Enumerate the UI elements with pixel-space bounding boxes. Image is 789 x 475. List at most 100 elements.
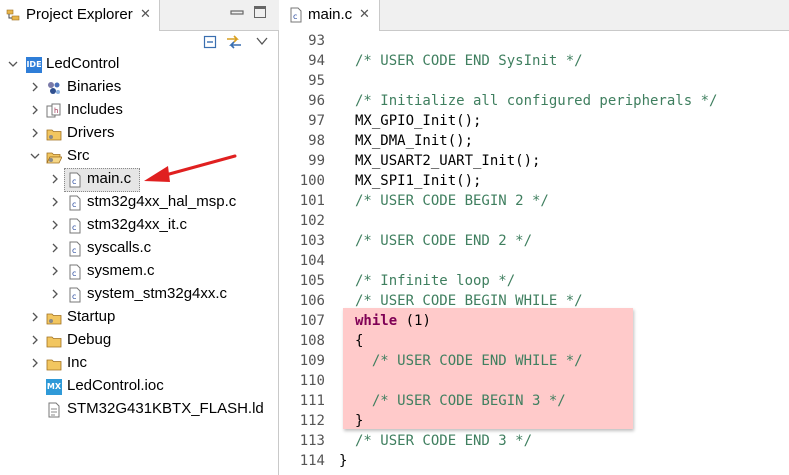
tree-item-label: Startup [67,308,116,325]
svg-text:c: c [72,223,76,232]
tree-item-label: Inc [67,354,88,371]
line-number: 103 [299,233,325,249]
project-explorer-panel: Project Explorer ✕ IDE LedControl Binari… [0,0,279,475]
code-line: /* USER CODE BEGIN WHILE */ [355,293,583,309]
collapse-all-icon[interactable] [203,35,217,49]
c-file-icon: c [69,241,81,257]
tree-item-syscalls[interactable]: c syscalls.c [0,237,279,260]
project-explorer-icon [6,9,20,21]
line-number: 100 [299,173,325,189]
chevron-right-icon[interactable] [30,358,40,368]
c-file-icon: c [69,264,81,280]
svg-text:c: c [293,12,297,21]
c-file-icon: c [290,7,302,23]
svg-text:c: c [72,177,76,186]
chevron-right-icon[interactable] [50,289,60,299]
tree-item-label: Debug [67,331,112,348]
line-number: 110 [299,373,325,389]
folder-icon [46,313,62,325]
tree-item-drivers[interactable]: Drivers [0,122,279,145]
code-line: /* USER CODE END 2 */ [355,233,533,249]
c-file-icon: c [69,195,81,211]
chevron-right-icon[interactable] [30,128,40,138]
svg-text:c: c [72,246,76,255]
folder-icon [46,129,62,141]
project-explorer-tab-label: Project Explorer [26,6,133,23]
view-menu-icon[interactable] [256,36,268,46]
code-text: (1) [397,313,431,329]
chevron-right-icon[interactable] [50,243,60,253]
tree-item-ld[interactable]: STM32G431KBTX_FLASH.ld [0,398,279,421]
svg-text:c: c [72,269,76,278]
code-line: /* USER CODE END WHILE */ [355,353,583,369]
tree-item-hal-msp[interactable]: c stm32g4xx_hal_msp.c [0,191,279,214]
includes-icon: h [46,103,61,118]
editor-tab-close-icon[interactable]: ✕ [359,6,370,22]
editor-tabbar: c main.c ✕ [280,0,789,31]
project-explorer-close-icon[interactable]: ✕ [140,6,151,22]
code-line: /* Infinite loop */ [355,273,516,289]
tree-item-sysmem[interactable]: c sysmem.c [0,260,279,283]
tree-item-system[interactable]: c system_stm32g4xx.c [0,283,279,306]
c-file-icon: c [69,172,81,188]
code-line: MX_GPIO_Init(); [355,113,482,129]
tree-item-ioc[interactable]: MX LedControl.ioc [0,375,279,398]
tree-item-label: LedControl [46,55,120,72]
line-number: 93 [308,33,325,49]
minimize-icon[interactable] [230,4,244,22]
code-line: { [355,333,364,349]
chevron-right-icon[interactable] [50,220,60,230]
line-number: 107 [299,313,325,329]
code-line: while (1) [355,313,431,329]
tree-item-includes[interactable]: h Includes [0,99,279,122]
code-editor: c main.c ✕ 93 94 95 96 97 98 99 100 101 102 103 104… [280,0,789,475]
chevron-down-icon[interactable] [30,151,40,161]
chevron-right-icon[interactable] [50,197,60,207]
c-file-icon: c [69,218,81,234]
tree-item-debug[interactable]: Debug [0,329,279,352]
svg-text:c: c [72,200,76,209]
line-number: 108 [299,333,325,349]
code-line: /* USER CODE END 3 */ [355,433,533,449]
code-line: } [355,413,364,429]
chevron-right-icon[interactable] [30,82,40,92]
code-line: } [339,453,348,469]
chevron-right-icon[interactable] [30,312,40,322]
line-number: 111 [299,393,325,409]
tree-item-inc[interactable]: Inc [0,352,279,375]
tree-item-label: stm32g4xx_it.c [87,216,188,233]
tree-item-startup[interactable]: Startup [0,306,279,329]
line-number: 96 [308,93,325,109]
tree-item-label: LedControl.ioc [67,377,164,394]
tree-item-label: sysmem.c [87,262,155,279]
line-number: 109 [299,353,325,369]
ide-project-icon: IDE [26,57,42,73]
tab-main-c[interactable]: c main.c ✕ [280,0,380,31]
binaries-icon [48,82,60,94]
project-explorer-tab[interactable]: Project Explorer ✕ [0,0,160,31]
line-number: 112 [299,413,325,429]
project-explorer-tabbar: Project Explorer ✕ [0,0,279,31]
line-number: 99 [308,153,325,169]
tree-item-project[interactable]: IDE LedControl [0,53,279,76]
line-number: 106 [299,293,325,309]
tree-item-binaries[interactable]: Binaries [0,76,279,99]
project-explorer-toolbar [0,31,279,55]
chevron-right-icon[interactable] [30,105,40,115]
code-line: /* USER CODE END SysInit */ [355,53,583,69]
tree-item-it[interactable]: c stm32g4xx_it.c [0,214,279,237]
folder-icon [46,336,62,348]
code-line: MX_DMA_Init(); [355,133,474,149]
line-number: 101 [299,193,325,209]
code-line: MX_USART2_UART_Init(); [355,153,541,169]
tree-item-label: Src [67,147,90,164]
chevron-right-icon[interactable] [50,174,60,184]
c-file-icon: c [69,287,81,303]
chevron-down-icon[interactable] [8,59,18,69]
chevron-right-icon[interactable] [30,335,40,345]
chevron-right-icon[interactable] [50,266,60,276]
maximize-icon[interactable] [254,6,266,18]
linker-file-icon [48,402,60,418]
link-with-editor-icon[interactable] [225,33,243,51]
line-number-gutter: 93 94 95 96 97 98 99 100 101 102 103 104 105 106 107 10… [280,31,330,475]
